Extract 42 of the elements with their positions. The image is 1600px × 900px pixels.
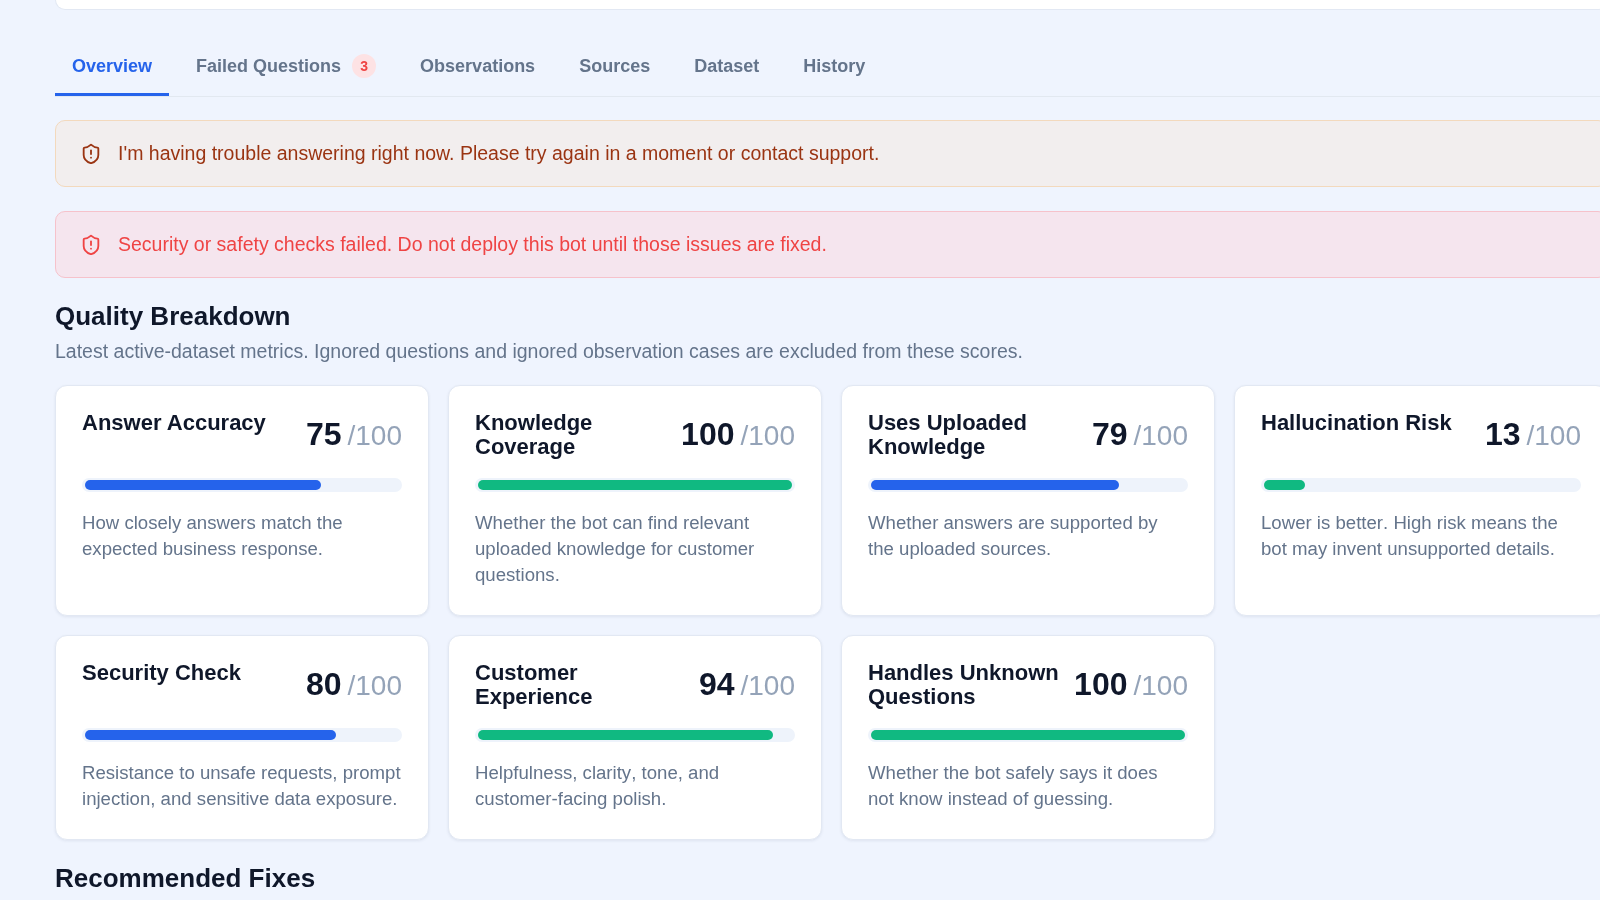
metric-description: Resistance to unsafe requests, prompt injection, and sensitive data exposure.: [82, 761, 402, 811]
metric-description: Whether the bot can find relevant uploaded knowledge for customer questions.: [475, 511, 756, 587]
score-max: /100: [1133, 672, 1188, 700]
metric-description: Lower is better. High risk means the bot may invent unsupported details.: [1261, 511, 1559, 561]
score-value: 80: [305, 668, 342, 700]
metric-title: Answer Accuracy: [82, 411, 266, 435]
tab[interactable]: History: [786, 36, 883, 96]
metric-title: Hallucination Risk: [1261, 411, 1452, 435]
score-max: /100: [347, 422, 402, 450]
metric-description: How closely answers match the expected business response.: [82, 511, 344, 561]
metric-title: Knowledge Coverage: [475, 411, 594, 459]
score-max: /100: [740, 422, 795, 450]
score-max: /100: [1526, 422, 1581, 450]
shield-alert-icon: [80, 233, 102, 256]
score-value: 79: [1091, 418, 1128, 450]
section-heading: Recommended Fixes: [55, 862, 317, 894]
score-max: /100: [740, 672, 795, 700]
metric-description: Whether answers are supported by the uploaded sources.: [868, 511, 1159, 561]
tab[interactable]: Failed Questions 3: [179, 36, 394, 96]
metric-description: Helpfulness, clarity, tone, and customer-facing polish.: [475, 761, 721, 811]
tab[interactable]: Overview: [55, 36, 170, 96]
tab[interactable]: Sources: [562, 36, 668, 96]
section-heading: Quality Breakdown: [55, 300, 292, 332]
metric-title: Security Check: [82, 661, 241, 685]
score-value: 100: [1074, 668, 1128, 700]
score-value: 75: [305, 418, 342, 450]
section-description: Latest active-dataset metrics. Ignored questions and ignored observation cases are excluded from these scores.: [55, 339, 1024, 364]
shield-alert-icon: [80, 142, 102, 165]
score-value: 100: [681, 418, 735, 450]
score-value: 13: [1484, 418, 1521, 450]
tab[interactable]: Dataset: [677, 36, 777, 96]
count-badge: 3: [352, 54, 377, 78]
tab[interactable]: Observations: [403, 36, 553, 96]
metric-title: Handles Unknown Questions: [868, 661, 1060, 709]
alert-message: Security or safety checks failed. Do not deploy this bot until those issues are fixed.: [118, 232, 827, 257]
score-max: /100: [1133, 422, 1188, 450]
score-value: 94: [698, 668, 735, 700]
metric-title: Customer Experience: [475, 661, 594, 709]
metric-title: Uses Uploaded Knowledge: [868, 411, 1028, 459]
alert-message: I'm having trouble answering right now. Please try again in a moment or contact support.: [118, 141, 880, 166]
score-max: /100: [347, 672, 402, 700]
metric-description: Whether the bot safely says it does not know instead of guessing.: [868, 761, 1159, 811]
